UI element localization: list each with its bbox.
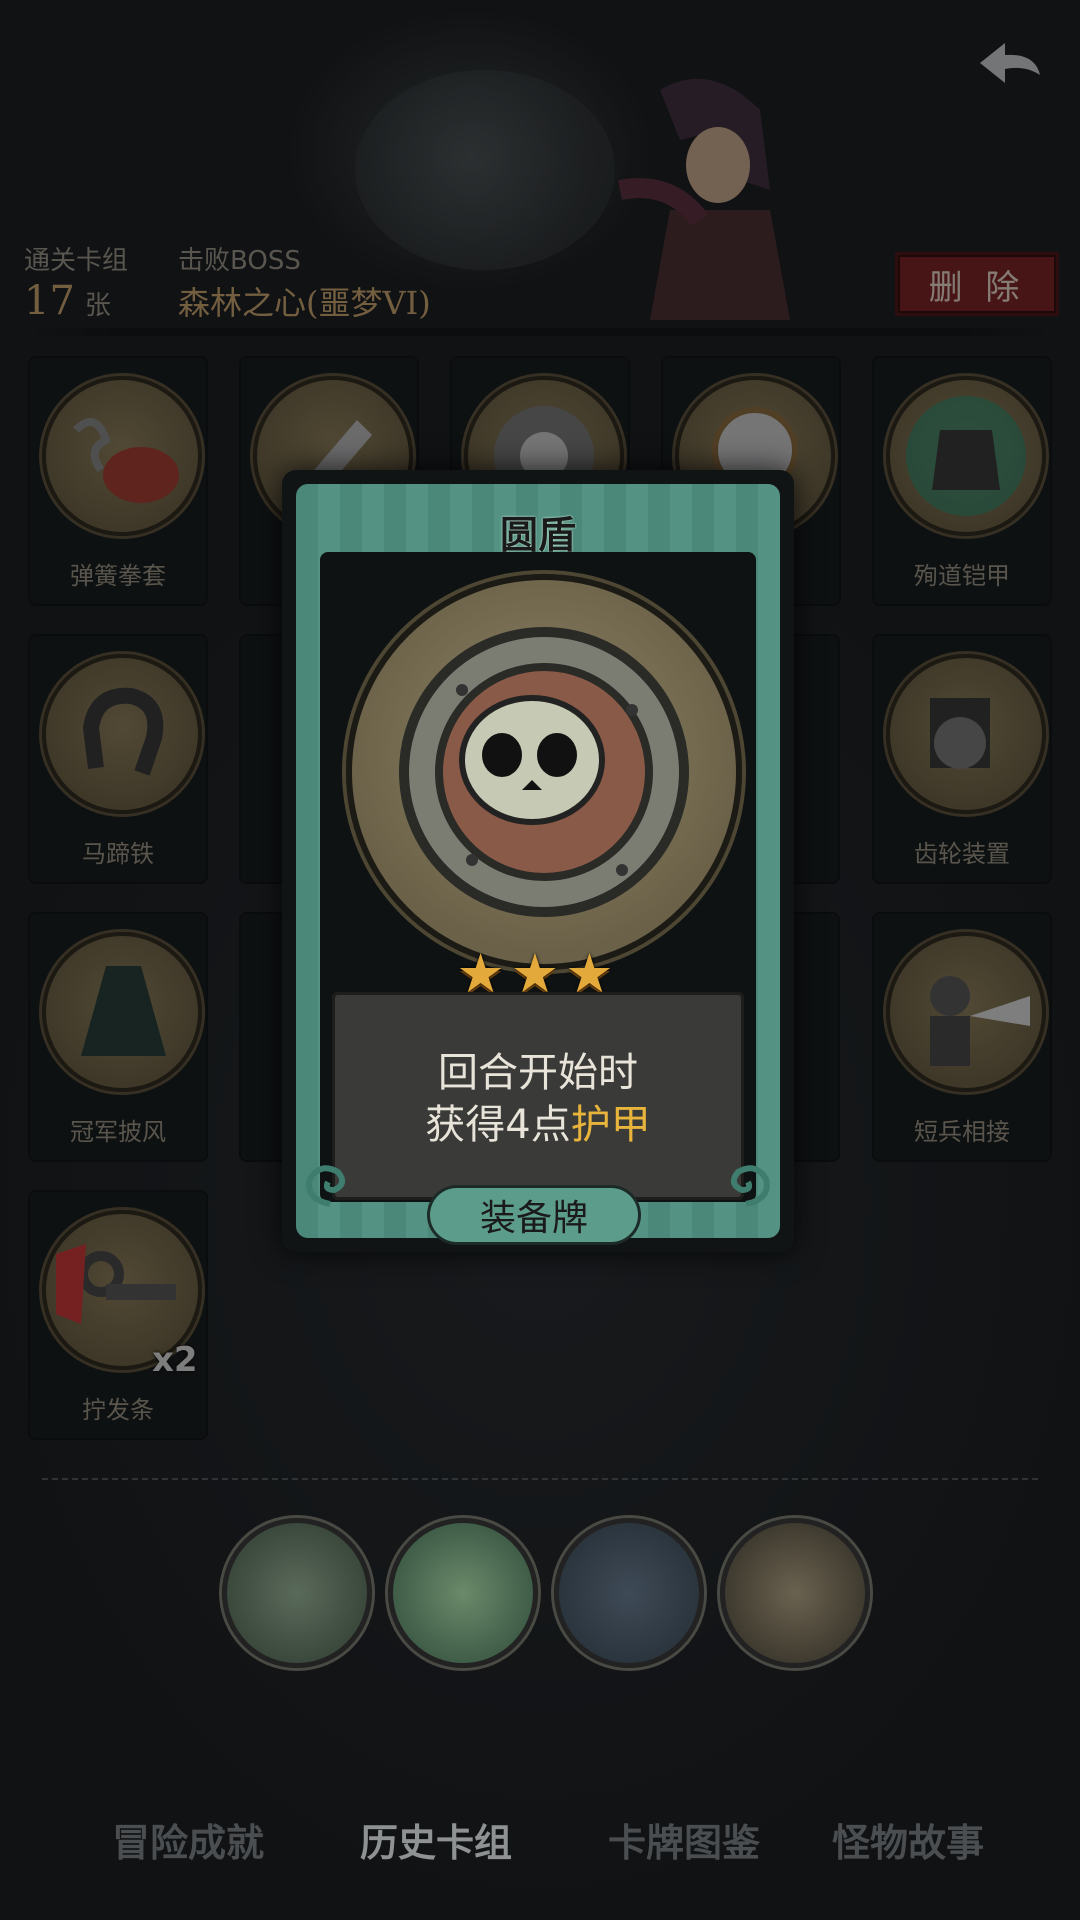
card-detail-popup[interactable]: 圆盾 ★★★ 回合开始时 获得4点护甲 装备牌 (282, 470, 794, 1252)
card-tile[interactable]: x2 拧发条 (28, 1190, 208, 1440)
deck-unit: 张 (84, 291, 111, 321)
bandit-boss-icon[interactable] (222, 1518, 372, 1668)
delete-button[interactable]: 删 除 (895, 252, 1059, 316)
tab-card-collection[interactable]: 卡牌图鉴 (608, 1812, 760, 1867)
card-tile[interactable]: 冠军披风 (28, 912, 208, 1162)
card-description: 回合开始时 获得4点护甲 (332, 992, 744, 1200)
card-label: 马蹄铁 (82, 840, 154, 868)
horseshoe-icon (42, 654, 202, 814)
desc-line-2: 获得4点护甲 (332, 1092, 744, 1150)
tab-monster-stories[interactable]: 怪物故事 (832, 1812, 984, 1867)
card-tile[interactable]: 马蹄铁 (28, 634, 208, 884)
deck-label: 通关卡组 (24, 246, 129, 276)
gear-device-icon (886, 654, 1046, 814)
martyr-armor-icon (886, 376, 1046, 536)
card-type-label: 装备牌 (430, 1188, 638, 1242)
card-title: 圆盾 (499, 513, 576, 557)
moon-backdrop (355, 70, 615, 270)
keyword-armor: 护甲 (570, 1102, 651, 1148)
card-label: 殉道铠甲 (914, 562, 1010, 590)
boss-label: 击败BOSS (178, 246, 301, 276)
back-icon[interactable] (975, 35, 1045, 95)
header-divider (20, 328, 1060, 336)
swirl-ornament-icon (730, 1165, 770, 1207)
arena-boss-icon[interactable] (720, 1518, 870, 1668)
swirl-ornament-icon (306, 1165, 346, 1207)
desc-line-2-text: 获得4点 (425, 1102, 571, 1148)
card-tile[interactable]: 殉道铠甲 (872, 356, 1052, 606)
card-tile[interactable]: 弹簧拳套 (28, 356, 208, 606)
card-tile[interactable]: 短兵相接 (872, 912, 1052, 1162)
section-divider (42, 1478, 1038, 1480)
tab-adventure-achievements[interactable]: 冒险成就 (112, 1812, 264, 1867)
card-count-badge: x2 (152, 1340, 198, 1380)
card-label: 拧发条 (82, 1396, 154, 1424)
card-tile[interactable]: 齿轮装置 (872, 634, 1052, 884)
card-face: 圆盾 ★★★ 回合开始时 获得4点护甲 装备牌 (296, 484, 780, 1242)
desc-line-1: 回合开始时 (438, 1050, 638, 1096)
boss-name: 森林之心(噩梦VI) (178, 284, 431, 322)
card-label: 短兵相接 (914, 1118, 1010, 1146)
blade-boss-icon[interactable] (554, 1518, 704, 1668)
deck-count-group: 17 张 (24, 278, 111, 324)
card-label: 冠军披风 (70, 1118, 166, 1146)
deck-count: 17 (24, 278, 75, 324)
card-label: 齿轮装置 (914, 840, 1010, 868)
knight-icon (886, 932, 1046, 1092)
tab-history-decks[interactable]: 历史卡组 (360, 1812, 512, 1867)
forest-heart-boss-icon[interactable] (388, 1518, 538, 1668)
skull-shield-icon (346, 574, 742, 970)
spring-glove-icon (42, 376, 202, 536)
hero-portrait (618, 78, 790, 320)
card-label: 弹簧拳套 (70, 562, 166, 590)
cloak-icon (42, 932, 202, 1092)
